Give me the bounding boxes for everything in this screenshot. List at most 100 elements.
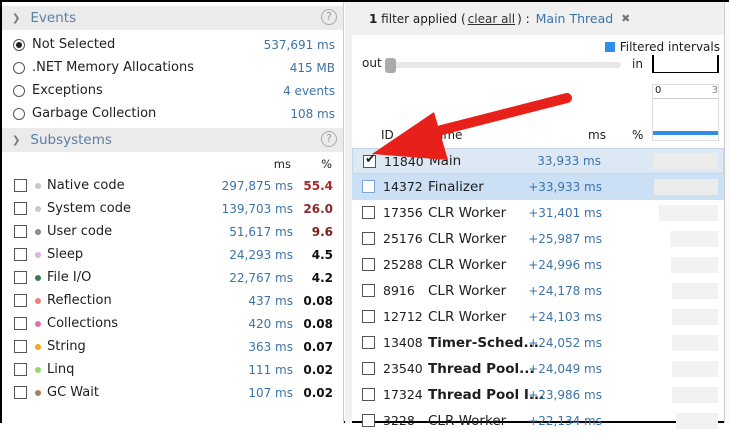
checkbox[interactable] bbox=[362, 362, 375, 375]
subsystem-row[interactable]: String 363 ms 0.07 bbox=[2, 335, 343, 358]
subsystem-row[interactable]: System code 139,703 ms 26.0 bbox=[2, 197, 343, 220]
filtered-interval-bar bbox=[653, 131, 718, 135]
thread-row[interactable]: 25288 CLR Worker +24,996 ms bbox=[352, 252, 724, 278]
radio-button[interactable] bbox=[13, 38, 25, 51]
column-name: Name bbox=[427, 128, 463, 142]
thread-row[interactable]: 17356 CLR Worker +31,401 ms bbox=[352, 200, 724, 226]
thread-row[interactable]: 13408 Timer-Sched... +24,052 ms bbox=[352, 330, 724, 356]
chevron-down-icon: ❯ bbox=[12, 12, 21, 24]
thread-row[interactable]: 14372 Finalizer +33,933 ms bbox=[352, 174, 724, 200]
radio-button[interactable] bbox=[13, 107, 25, 120]
column-pct: % bbox=[321, 157, 332, 171]
checkbox[interactable] bbox=[14, 317, 27, 330]
event-option[interactable]: Not Selected 537,691 ms bbox=[2, 33, 343, 56]
splitter[interactable] bbox=[345, 2, 352, 423]
subsystem-row[interactable]: Sleep 24,293 ms 4.5 bbox=[2, 243, 343, 266]
color-dot-icon bbox=[35, 343, 41, 350]
thread-id: 25288 bbox=[383, 257, 423, 272]
help-icon[interactable]: ? bbox=[321, 9, 337, 25]
thread-percent-bar bbox=[672, 282, 718, 299]
close-icon[interactable]: ✖ bbox=[621, 12, 630, 25]
checkbox[interactable] bbox=[14, 179, 27, 192]
checkbox[interactable] bbox=[14, 248, 27, 261]
subsystem-label: User code bbox=[47, 224, 113, 239]
subsystem-row[interactable]: Collections 420 ms 0.08 bbox=[2, 312, 343, 335]
filter-colon: ) : bbox=[517, 11, 530, 26]
checkbox[interactable] bbox=[362, 310, 375, 323]
clear-all-link[interactable]: clear all bbox=[468, 12, 515, 26]
checkbox[interactable] bbox=[362, 388, 375, 401]
help-icon[interactable]: ? bbox=[321, 131, 337, 147]
subsystem-row[interactable]: File I/O 22,767 ms 4.2 bbox=[2, 266, 343, 289]
thread-ms: +24,996 ms bbox=[528, 257, 602, 272]
mini-timeline[interactable]: 0 3 bbox=[652, 84, 719, 141]
thread-row[interactable]: 23540 Thread Pool... +24,049 ms bbox=[352, 356, 724, 382]
subsystem-label: Sleep bbox=[47, 247, 84, 262]
thread-id: 11840 bbox=[384, 153, 424, 169]
thread-percent-bar bbox=[670, 230, 718, 247]
checkbox[interactable] bbox=[14, 363, 27, 376]
event-option[interactable]: Exceptions 4 events bbox=[2, 79, 343, 102]
thread-name: Finalizer bbox=[428, 178, 484, 195]
thread-name: CLR Worker bbox=[428, 282, 507, 299]
thread-row[interactable]: 25176 CLR Worker +25,987 ms bbox=[352, 226, 724, 252]
column-id: ID bbox=[381, 128, 394, 142]
subsystem-pct: 26.0 bbox=[303, 201, 333, 216]
thread-row[interactable]: ✔ 11840 Main 33,933 ms bbox=[352, 148, 724, 174]
subsystem-ms: 437 ms bbox=[248, 293, 293, 308]
subsystem-label: File I/O bbox=[47, 270, 92, 285]
subsystem-row[interactable]: User code 51,617 ms 9.6 bbox=[2, 220, 343, 243]
subsystem-row[interactable]: Reflection 437 ms 0.08 bbox=[2, 289, 343, 312]
zoom-range-box[interactable] bbox=[652, 55, 719, 73]
column-ms: ms bbox=[588, 128, 606, 142]
radio-button[interactable] bbox=[13, 84, 25, 97]
color-dot-icon bbox=[35, 389, 41, 396]
events-section-header[interactable]: ❯ Events ? bbox=[2, 6, 343, 30]
subsystem-pct: 0.08 bbox=[303, 316, 333, 331]
thread-name: CLR Worker bbox=[428, 308, 507, 325]
subsystem-row[interactable]: GC Wait 107 ms 0.02 bbox=[2, 381, 343, 404]
checkbox[interactable] bbox=[362, 336, 375, 349]
subsystem-row[interactable]: Native code 297,875 ms 55.4 bbox=[2, 174, 343, 197]
thread-row[interactable]: 3228 CLR Worker +22,134 ms bbox=[352, 408, 724, 434]
filter-tag-main-thread[interactable]: Main Thread bbox=[536, 11, 614, 26]
scrollbar[interactable] bbox=[724, 2, 729, 423]
thread-name: CLR Worker bbox=[428, 230, 507, 247]
thread-row[interactable]: 8916 CLR Worker +24,178 ms bbox=[352, 278, 724, 304]
event-option[interactable]: .NET Memory Allocations 415 MB bbox=[2, 56, 343, 79]
checkbox[interactable] bbox=[14, 340, 27, 353]
checkbox[interactable] bbox=[362, 258, 375, 271]
subsystem-ms: 24,293 ms bbox=[229, 247, 293, 262]
thread-row[interactable]: 17324 Thread Pool I... +23,986 ms bbox=[352, 382, 724, 408]
checkbox[interactable] bbox=[362, 232, 375, 245]
checkbox[interactable] bbox=[362, 414, 375, 427]
thread-ms: +33,933 ms bbox=[528, 179, 602, 194]
zoom-slider-thumb[interactable] bbox=[385, 58, 396, 73]
thread-id: 8916 bbox=[383, 283, 415, 298]
checkbox[interactable] bbox=[14, 202, 27, 215]
checkbox[interactable] bbox=[14, 294, 27, 307]
color-dot-icon bbox=[35, 274, 41, 281]
zoom-slider-track[interactable] bbox=[388, 62, 621, 68]
event-option[interactable]: Garbage Collection 108 ms bbox=[2, 102, 343, 125]
thread-name: Timer-Sched... bbox=[428, 334, 539, 351]
checkbox[interactable] bbox=[362, 206, 375, 219]
color-dot-icon bbox=[35, 251, 41, 258]
subsystem-row[interactable]: Linq 111 ms 0.02 bbox=[2, 358, 343, 381]
checkbox[interactable] bbox=[362, 180, 375, 193]
color-dot-icon bbox=[35, 366, 41, 373]
subsystem-label: System code bbox=[47, 201, 131, 216]
legend-label: Filtered intervals bbox=[619, 40, 720, 54]
checkbox[interactable] bbox=[14, 271, 27, 284]
radio-button[interactable] bbox=[13, 61, 25, 74]
checkbox[interactable] bbox=[362, 284, 375, 297]
thread-ms: 33,933 ms bbox=[537, 154, 601, 168]
zoom-in-label: in bbox=[632, 57, 643, 71]
checkbox[interactable]: ✔ bbox=[363, 152, 376, 168]
subsystems-section-header[interactable]: ❯ Subsystems ? bbox=[2, 128, 343, 152]
thread-ms: +22,134 ms bbox=[528, 413, 602, 428]
checkbox[interactable] bbox=[14, 225, 27, 238]
thread-id: 17356 bbox=[383, 205, 423, 220]
checkbox[interactable] bbox=[14, 386, 27, 399]
thread-row[interactable]: 12712 CLR Worker +24,103 ms bbox=[352, 304, 724, 330]
